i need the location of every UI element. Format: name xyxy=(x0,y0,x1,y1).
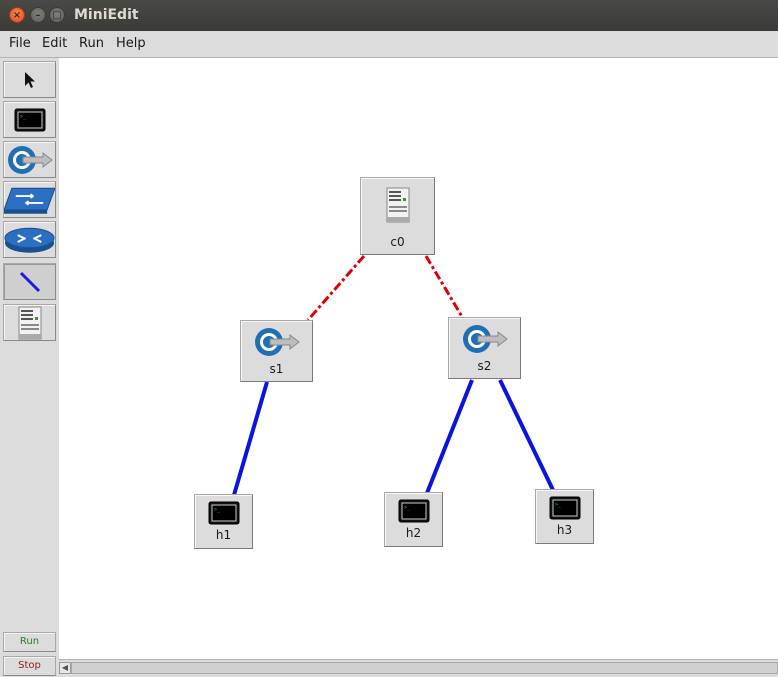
server-icon xyxy=(386,187,409,223)
link-s1-h1[interactable] xyxy=(232,381,269,496)
node-label-s1: s1 xyxy=(269,362,284,376)
run-button[interactable]: Run xyxy=(3,632,56,652)
scroll-left-arrow-icon[interactable]: ◀ xyxy=(59,662,71,674)
link-layer xyxy=(232,255,555,496)
menu-edit[interactable]: Edit xyxy=(42,36,67,51)
legacy-switch-tool-button[interactable] xyxy=(3,181,56,218)
svg-text:>_: >_ xyxy=(555,502,562,508)
netlink-tool-button[interactable] xyxy=(3,263,56,300)
node-label-h1: h1 xyxy=(215,528,232,542)
node-label-s2: s2 xyxy=(477,359,492,373)
switch-tool-button[interactable] xyxy=(3,141,56,178)
close-button[interactable]: × xyxy=(9,7,25,23)
link-s2-h3[interactable] xyxy=(498,379,555,491)
link-c0-s2[interactable] xyxy=(424,255,466,321)
svg-text:>_: >_ xyxy=(20,114,27,120)
node-h2[interactable]: >_ h2 xyxy=(384,492,443,547)
toolbar: >_ Run Stop xyxy=(0,58,59,677)
horizontal-scrollbar[interactable]: ◀ xyxy=(59,659,778,677)
controller-tool-button[interactable] xyxy=(3,304,56,341)
node-label-h2: h2 xyxy=(405,526,422,540)
node-s1[interactable]: s1 xyxy=(240,320,313,382)
router-tool-button[interactable] xyxy=(3,221,56,258)
svg-text:>_: >_ xyxy=(404,505,411,511)
link-s2-h2[interactable] xyxy=(425,379,474,494)
server-icon xyxy=(18,306,41,339)
cursor-icon xyxy=(24,71,35,88)
router-icon xyxy=(4,227,55,253)
openflow-switch-icon xyxy=(462,325,508,353)
scrollbar-trough[interactable] xyxy=(71,662,778,674)
node-h3[interactable]: >_ h3 xyxy=(535,489,594,544)
openflow-switch-icon xyxy=(7,145,53,174)
terminal-icon: >_ xyxy=(208,501,239,525)
stop-button[interactable]: Stop xyxy=(3,656,56,676)
terminal-icon: >_ xyxy=(398,499,429,523)
node-label-h3: h3 xyxy=(556,523,573,537)
openflow-switch-icon xyxy=(254,328,300,356)
window-title: MiniEdit xyxy=(74,7,139,23)
host-tool-button[interactable]: >_ xyxy=(3,101,56,138)
link-c0-s1[interactable] xyxy=(306,255,366,321)
topology-canvas[interactable]: c0 s1 s2 >_ h1 >_ h2 >_ h3 xyxy=(59,58,778,659)
minimize-button[interactable]: – xyxy=(30,7,46,23)
menu-bar: File Edit Run Help xyxy=(0,31,778,58)
legacy-switch-icon xyxy=(4,187,55,214)
svg-text:>_: >_ xyxy=(214,507,221,513)
terminal-icon: >_ xyxy=(549,496,580,520)
node-c0[interactable]: c0 xyxy=(360,177,435,255)
menu-file[interactable]: File xyxy=(9,36,31,51)
terminal-icon: >_ xyxy=(14,108,45,131)
node-label-c0: c0 xyxy=(390,235,405,249)
maximize-button[interactable]: □ xyxy=(49,7,65,23)
link-line-icon xyxy=(19,271,40,292)
select-tool-button[interactable] xyxy=(3,61,56,98)
menu-run[interactable]: Run xyxy=(79,36,104,51)
node-h1[interactable]: >_ h1 xyxy=(194,494,253,549)
node-s2[interactable]: s2 xyxy=(448,317,521,379)
menu-help[interactable]: Help xyxy=(116,36,146,51)
title-bar: × – □ MiniEdit xyxy=(0,0,778,31)
